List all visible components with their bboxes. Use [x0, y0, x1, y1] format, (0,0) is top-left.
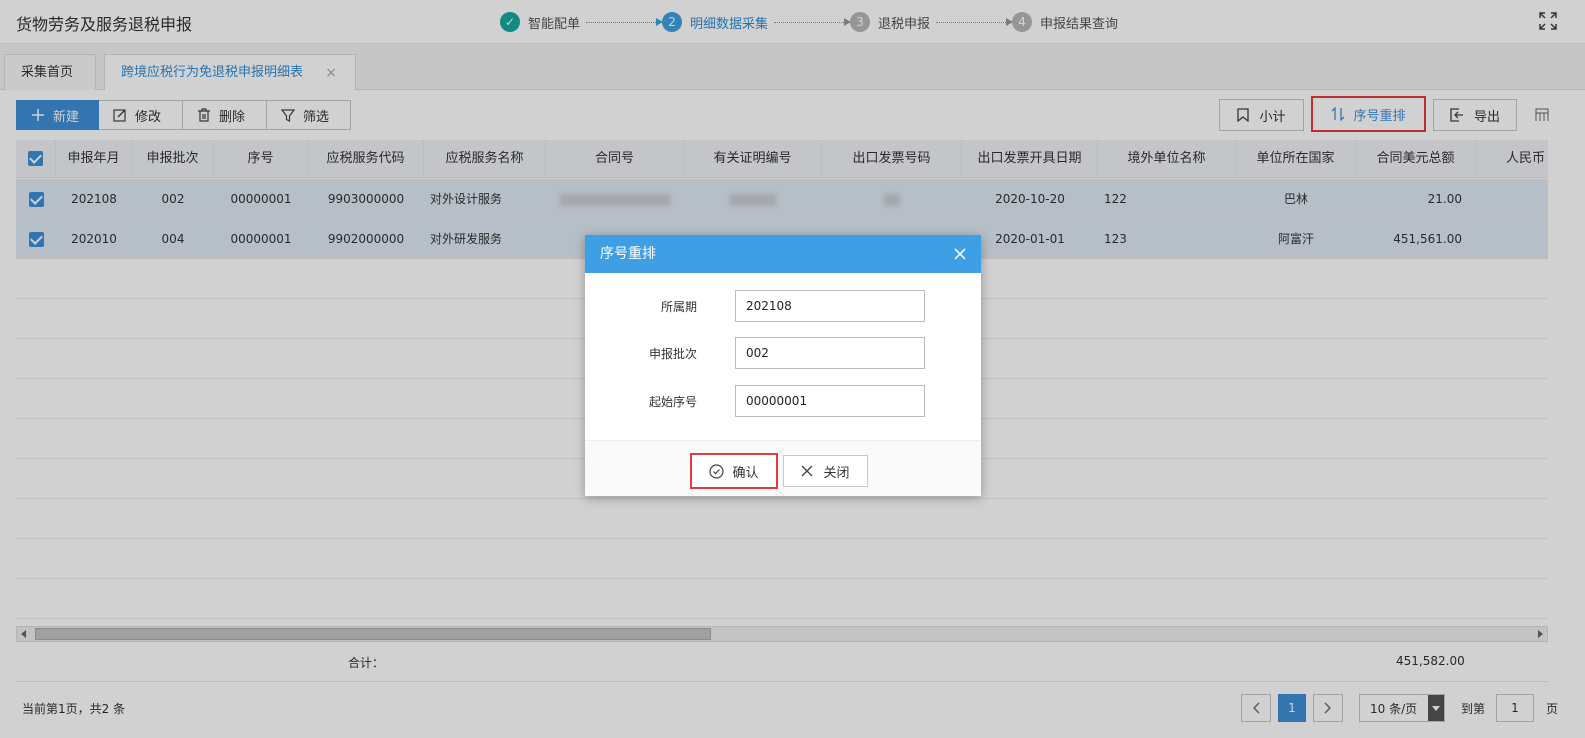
reorder-dialog: 序号重排 所属期 202108 申报批次 002 起始序号 00000001 确… [585, 235, 981, 496]
button-label: 关闭 [823, 465, 850, 481]
dialog-title: 序号重排 [600, 246, 656, 262]
field-period: 所属期 202108 [585, 290, 981, 322]
field-batch: 申报批次 002 [585, 337, 981, 369]
close-icon[interactable] [953, 247, 967, 261]
confirm-button[interactable]: 确认 [690, 453, 778, 489]
check-circle-icon [709, 463, 725, 479]
close-button[interactable]: 关闭 [783, 455, 868, 487]
start-seq-input[interactable]: 00000001 [735, 385, 925, 417]
period-input[interactable]: 202108 [735, 290, 925, 322]
field-label: 起始序号 [648, 395, 697, 409]
field-label: 申报批次 [648, 347, 697, 361]
button-label: 确认 [732, 465, 759, 481]
dialog-header: 序号重排 [585, 235, 981, 273]
dialog-footer: 确认 关闭 [585, 440, 981, 496]
batch-input[interactable]: 002 [735, 337, 925, 369]
x-icon [802, 465, 813, 477]
field-label: 所属期 [660, 300, 697, 314]
field-start-seq: 起始序号 00000001 [585, 385, 981, 417]
